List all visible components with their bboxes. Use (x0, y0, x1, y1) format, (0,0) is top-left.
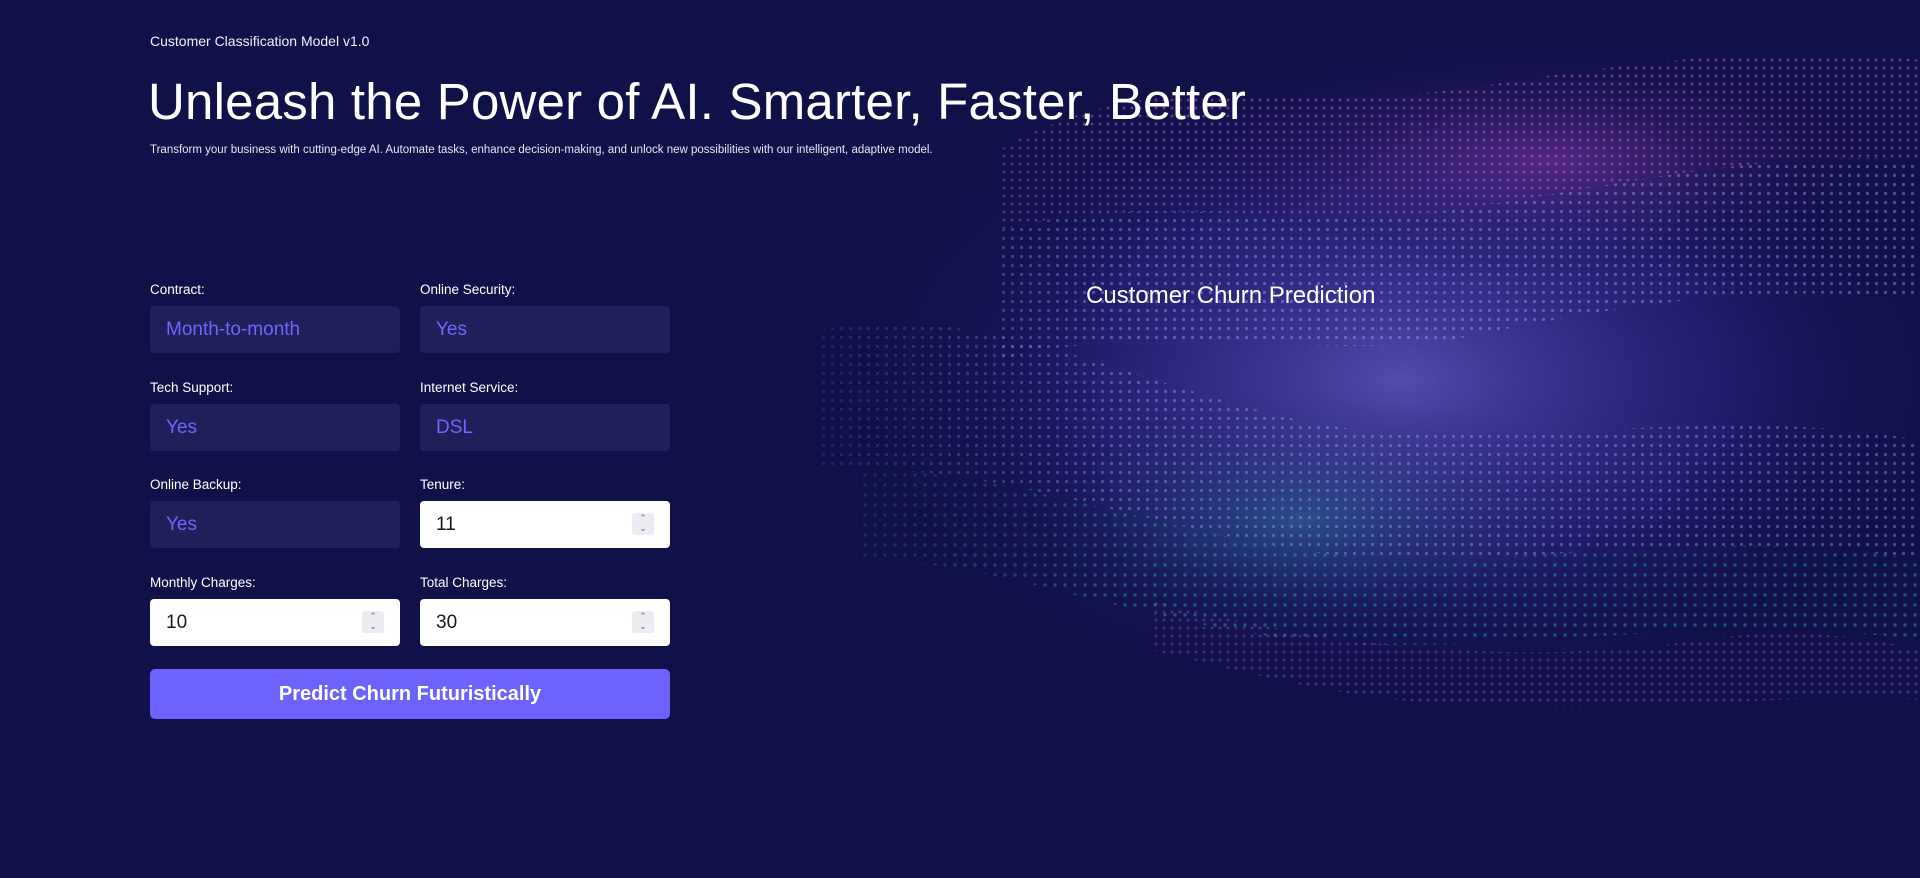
contract-select[interactable]: Month-to-month (150, 306, 400, 353)
online-security-select[interactable]: Yes (420, 306, 670, 353)
online-backup-select[interactable]: Yes (150, 501, 400, 548)
chevron-down-icon[interactable]: ⌄ (639, 524, 647, 534)
monthly-charges-input[interactable]: 10 ⌃ ⌄ (150, 599, 400, 646)
page-subtext: Transform your business with cutting-edg… (150, 144, 933, 156)
tech-support-field: Tech Support: Yes (150, 380, 400, 451)
total-charges-field: Total Charges: 30 ⌃ ⌄ (420, 575, 670, 646)
page-content: Customer Classification Model v1.0 Unlea… (0, 0, 1920, 878)
internet-service-label: Internet Service: (420, 380, 519, 395)
chevron-down-icon[interactable]: ⌄ (639, 622, 647, 632)
online-backup-field: Online Backup: Yes (150, 477, 400, 548)
tenure-field: Tenure: 11 ⌃ ⌄ (420, 477, 670, 548)
online-backup-label: Online Backup: (150, 477, 242, 492)
total-charges-label: Total Charges: (420, 575, 508, 590)
tenure-stepper[interactable]: ⌃ ⌄ (632, 513, 654, 535)
internet-service-field: Internet Service: DSL (420, 380, 670, 451)
predict-churn-button[interactable]: Predict Churn Futuristically (150, 669, 670, 719)
tenure-label: Tenure: (420, 477, 466, 492)
monthly-charges-value: 10 (166, 612, 188, 633)
contract-field: Contract: Month-to-month (150, 282, 400, 353)
contract-label: Contract: (150, 282, 205, 297)
internet-service-select[interactable]: DSL (420, 404, 670, 451)
online-security-field: Online Security: Yes (420, 282, 670, 353)
monthly-charges-field: Monthly Charges: 10 ⌃ ⌄ (150, 575, 400, 646)
tenure-value: 11 (436, 514, 456, 535)
chevron-down-icon[interactable]: ⌄ (369, 622, 377, 632)
model-version-label: Customer Classification Model v1.0 (150, 33, 370, 49)
total-charges-input[interactable]: 30 ⌃ ⌄ (420, 599, 670, 646)
churn-prediction-title: Customer Churn Prediction (1086, 282, 1376, 309)
online-security-label: Online Security: (420, 282, 516, 297)
monthly-charges-label: Monthly Charges: (150, 575, 256, 590)
total-charges-value: 30 (436, 612, 458, 633)
tech-support-select[interactable]: Yes (150, 404, 400, 451)
tech-support-label: Tech Support: (150, 380, 234, 395)
tenure-input[interactable]: 11 ⌃ ⌄ (420, 501, 670, 548)
monthly-charges-stepper[interactable]: ⌃ ⌄ (362, 611, 384, 633)
page-headline: Unleash the Power of AI. Smarter, Faster… (148, 73, 1247, 130)
total-charges-stepper[interactable]: ⌃ ⌄ (632, 611, 654, 633)
